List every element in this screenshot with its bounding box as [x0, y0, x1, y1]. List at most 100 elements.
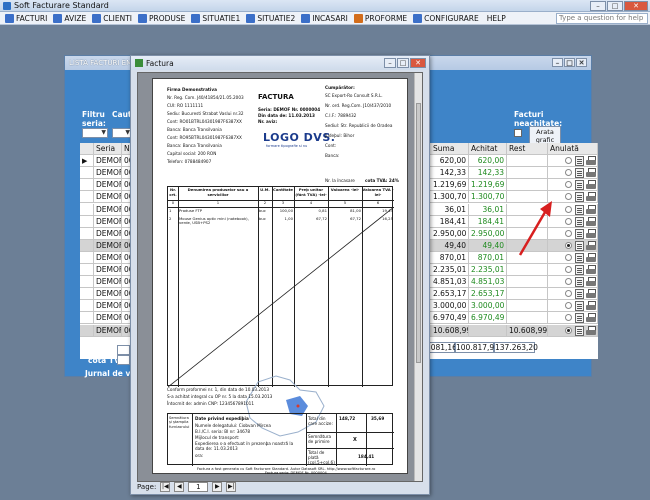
cota-tva-select[interactable] — [117, 355, 130, 365]
print-icon[interactable] — [586, 168, 596, 178]
first-page-button[interactable]: |◀ — [160, 482, 171, 492]
cancel-radio[interactable] — [565, 157, 572, 165]
invoice-title: FACTURA — [258, 93, 294, 101]
help-search-input[interactable]: Type a question for help — [556, 13, 648, 24]
list-close-button[interactable]: ✕ — [576, 58, 587, 67]
print-icon[interactable] — [586, 156, 596, 166]
cancel-radio[interactable] — [565, 302, 572, 310]
menu-configurare[interactable]: CONFIGURARE — [410, 12, 482, 25]
print-icon[interactable] — [586, 228, 596, 239]
print-icon[interactable] — [586, 301, 596, 311]
maximize-button[interactable]: □ — [607, 1, 623, 11]
print-icon[interactable] — [586, 277, 596, 287]
menu-clienti[interactable]: CLIENTI — [89, 12, 135, 25]
view-invoice-icon[interactable] — [575, 240, 584, 251]
series-note: Factura seria: DEMOF Nr. 0000004 — [265, 471, 327, 475]
page-number-input[interactable]: 1 — [188, 482, 209, 492]
cancel-radio[interactable] — [565, 314, 572, 322]
cell-rest — [507, 167, 548, 179]
print-icon[interactable] — [586, 216, 596, 227]
view-invoice-icon[interactable] — [575, 265, 584, 275]
view-invoice-icon[interactable] — [575, 289, 584, 300]
cell-seria: DEMOF — [96, 288, 122, 300]
preview-vertical-scrollbar[interactable] — [414, 73, 422, 481]
column-header-anulata[interactable]: Anulată — [548, 143, 598, 155]
print-icon[interactable] — [586, 252, 596, 263]
invoice-meta-line: Din data de: 11.03.2013 — [258, 113, 315, 118]
preview-canvas[interactable]: Firma Demonstrativa Nr. Reg. Com. J40/41… — [137, 72, 423, 482]
menu-situatie1[interactable]: SITUATIE1 — [188, 12, 243, 25]
cell-rest — [507, 155, 548, 167]
preview-maximize-button[interactable]: □ — [397, 58, 409, 68]
cancel-radio[interactable] — [565, 193, 572, 201]
list-maximize-button[interactable]: □ — [564, 58, 575, 67]
list-minimize-button[interactable]: – — [552, 58, 563, 67]
print-icon[interactable] — [586, 240, 596, 251]
column-header-suma[interactable]: Suma — [431, 143, 469, 155]
print-icon[interactable] — [586, 325, 596, 336]
print-icon[interactable] — [586, 289, 596, 299]
cancel-radio[interactable] — [565, 326, 572, 334]
cancel-radio[interactable] — [565, 241, 572, 249]
view-invoice-icon[interactable] — [575, 277, 584, 288]
view-invoice-icon[interactable] — [575, 192, 584, 203]
preview-minimize-button[interactable]: – — [384, 58, 396, 68]
column-header-achitat[interactable]: Achitat — [469, 143, 507, 155]
print-icon[interactable] — [586, 313, 596, 323]
row-marker-cell — [80, 324, 94, 336]
cancel-radio[interactable] — [565, 278, 572, 286]
last-page-button[interactable]: ▶| — [226, 482, 237, 492]
cancel-radio[interactable] — [565, 290, 572, 298]
supplier-signature-label: Semnãtura şi ştampila furnizorului — [169, 416, 190, 429]
cell-rest — [507, 179, 548, 191]
menu-avize[interactable]: AVIZE — [50, 12, 89, 25]
preview-close-button[interactable]: ✕ — [410, 58, 426, 68]
cancel-radio[interactable] — [565, 217, 572, 225]
search-select[interactable] — [112, 128, 132, 138]
view-invoice-icon[interactable] — [575, 228, 584, 239]
tva-valoric-select[interactable] — [117, 345, 130, 355]
view-invoice-icon[interactable] — [575, 216, 584, 227]
cancel-radio[interactable] — [565, 181, 572, 189]
minimize-button[interactable]: – — [590, 1, 606, 11]
view-invoice-icon[interactable] — [575, 252, 584, 263]
print-icon[interactable] — [586, 192, 596, 202]
next-page-button[interactable]: ▶ — [212, 482, 223, 492]
prev-page-button[interactable]: ◀ — [174, 482, 185, 492]
cell-seria: DEMOF — [96, 191, 122, 203]
cell-rest: 10.608,99 — [509, 324, 548, 336]
clienti-icon — [92, 13, 102, 23]
view-invoice-icon[interactable] — [575, 301, 584, 312]
cancel-radio[interactable] — [565, 253, 572, 261]
cancel-radio[interactable] — [565, 266, 572, 273]
view-invoice-icon[interactable] — [575, 180, 584, 191]
menu-facturi[interactable]: FACTURI — [2, 12, 50, 25]
print-icon[interactable] — [586, 265, 596, 275]
cancel-radio[interactable] — [565, 229, 572, 237]
scrollbar-thumb[interactable] — [416, 103, 421, 363]
row-marker-cell — [80, 276, 94, 288]
view-invoice-icon[interactable] — [575, 204, 584, 215]
view-invoice-icon[interactable] — [575, 325, 584, 336]
series-filter-select[interactable] — [82, 128, 108, 138]
total-rest: 137.263,20 — [494, 342, 538, 353]
print-icon[interactable] — [586, 180, 596, 190]
supplier-line: Sediu: Bucuresti Strabat Vaslui nr.32 — [167, 111, 244, 116]
menu-situatie2[interactable]: SITUATIE2 — [243, 12, 298, 25]
menu-help[interactable]: HELP — [482, 12, 511, 25]
menu-proforme[interactable]: PROFORME — [351, 12, 410, 25]
menu-produse[interactable]: PRODUSE — [135, 12, 188, 25]
unpaid-checkbox[interactable] — [514, 129, 522, 137]
close-button[interactable]: ✕ — [624, 1, 648, 11]
grand-total-value: 184,41 — [358, 454, 375, 459]
print-icon[interactable] — [586, 204, 596, 215]
cancel-radio[interactable] — [565, 169, 572, 177]
column-header-rest[interactable]: Rest — [507, 143, 548, 155]
cancel-radio[interactable] — [565, 205, 572, 213]
cell-rest — [507, 264, 548, 276]
column-header-seria[interactable]: Seria — [94, 143, 122, 155]
view-invoice-icon[interactable] — [575, 313, 584, 324]
view-invoice-icon[interactable] — [575, 156, 584, 167]
menu-incasari[interactable]: INCASARI — [298, 12, 351, 25]
view-invoice-icon[interactable] — [575, 168, 584, 179]
